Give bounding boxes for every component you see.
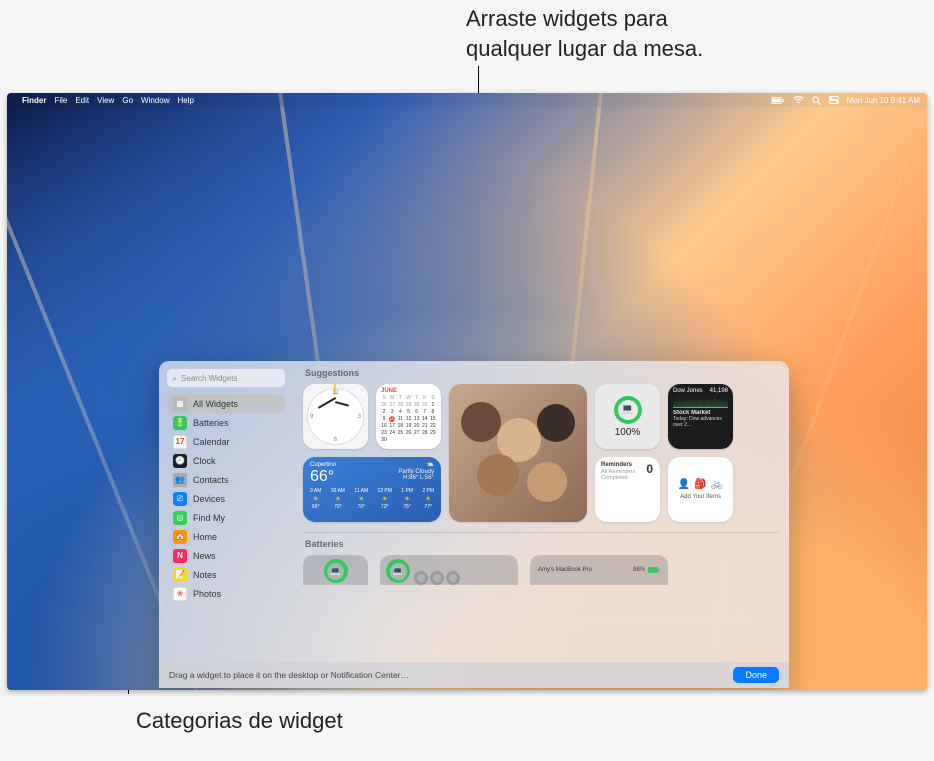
laptop-icon: 💻 [330,566,341,577]
widget-battery-wide[interactable]: Amy's MacBook Pro 98% [530,555,668,585]
widget-findmy[interactable]: 👤🎒🚲 Add Your Items [668,457,733,522]
contacts-icon: 👥 [173,473,187,487]
sidebar-item-label: Photos [193,589,221,599]
sidebar-item-label: Clock [193,456,216,466]
grid-icon: ▦ [173,397,187,411]
callout-categories: Categorias de widget [136,706,343,736]
sidebar-item-devices[interactable]: ⎚ Devices [167,489,285,508]
weather-hour: 2 PM☀77° [422,488,434,510]
menu-edit[interactable]: Edit [75,96,89,105]
battery-device-name: Amy's MacBook Pro [538,567,592,573]
sidebar-item-label: Find My [193,513,225,523]
sidebar-item-all-widgets[interactable]: ▦ All Widgets [167,394,285,413]
sidebar-item-batteries[interactable]: 🔋 Batteries [167,413,285,432]
findmy-icon: ◎ [173,511,187,525]
battery-status-icon[interactable] [771,97,785,104]
sidebar-item-label: All Widgets [193,399,238,409]
sidebar-item-find-my[interactable]: ◎ Find My [167,508,285,527]
cloud-sun-icon: ⛅ [398,462,434,469]
sidebar-item-news[interactable]: N News [167,546,285,565]
sidebar-item-calendar[interactable]: 17 Calendar [167,432,285,451]
sidebar-item-label: Calendar [193,437,230,447]
menubar-datetime[interactable]: Mon Jun 10 9:41 AM [847,96,920,105]
laptop-icon: 💻 [621,404,633,415]
section-batteries: Batteries [305,539,779,549]
callout-drag-widgets: Arraste widgets para qualquer lugar da m… [466,4,703,63]
widget-reminders[interactable]: Reminders 0 All Reminders Completed [595,457,660,522]
mac-desktop: Finder File Edit View Go Window Help Mon… [7,93,927,690]
sidebar-item-contacts[interactable]: 👥 Contacts [167,470,285,489]
clock-face: 12 6 3 9 [307,388,364,445]
widget-stocks[interactable]: Dow Jones41,198 Stock Market Today: Dow … [668,384,733,449]
search-placeholder: Search Widgets [181,374,237,383]
laptop-icon: 💻 [392,566,403,577]
menu-window[interactable]: Window [141,96,169,105]
weather-hour: 12 PM☀73° [377,488,391,510]
weather-hour: 11 AM☀70° [354,488,368,510]
sidebar-item-label: Notes [193,570,217,580]
clock-icon: 🕘 [173,454,187,468]
stock-chart [673,396,728,408]
sidebar-item-label: Batteries [193,418,229,428]
widget-photos[interactable] [449,384,587,522]
widget-battery-multi[interactable]: 💻 [380,555,518,585]
findmy-items-icons: 👤🎒🚲 [678,479,723,490]
sidebar-item-label: Devices [193,494,225,504]
weather-cond: Partly Cloudy [398,469,434,476]
stock-story: Today: Dow advances over 2... [673,416,728,428]
widget-weather[interactable]: Cupertino 66° ⛅ Partly Cloudy H:86° L:56… [303,457,441,522]
sidebar-item-notes[interactable]: 📝 Notes [167,565,285,584]
menu-help[interactable]: Help [177,96,193,105]
gallery-footer: Drag a widget to place it on the desktop… [159,662,789,688]
widget-battery-small[interactable]: 💻 [303,555,368,585]
reminders-count: 0 [646,462,653,476]
stock-symbol: Dow Jones [673,388,703,394]
control-center-icon[interactable] [829,96,839,104]
spotlight-icon[interactable] [812,96,821,105]
cal-icon: 17 [173,435,187,449]
stock-price: 41,198 [710,388,728,394]
findmy-label: Add Your Items [680,494,721,500]
widget-content: Suggestions 12 6 3 9 [293,361,789,662]
done-button[interactable]: Done [733,667,779,683]
section-suggestions: Suggestions [305,368,779,378]
battery-ring-icon: 💻 [614,396,642,424]
weather-hour: 10 AM☀70° [331,488,345,510]
widget-calendar[interactable]: JUNE SMTWTFS2627282930311234567891011121… [376,384,441,449]
battery-wide-pct: 98% [633,567,645,573]
sidebar-item-label: News [193,551,216,561]
devices-icon: ⎚ [173,492,187,506]
sidebar-item-clock[interactable]: 🕘 Clock [167,451,285,470]
battery-icon [648,567,660,573]
menu-file[interactable]: File [54,96,67,105]
news-icon: N [173,549,187,563]
widget-gallery: ⌕ Search Widgets ▦ All Widgets 🔋 Batteries 1… [159,361,789,688]
notes-icon: 📝 [173,568,187,582]
widget-clock[interactable]: 12 6 3 9 [303,384,368,449]
sidebar-item-label: Home [193,532,217,542]
search-icon: ⌕ [172,373,177,384]
search-input[interactable]: ⌕ Search Widgets [167,369,285,387]
weather-temp: 66° [310,468,336,486]
sidebar-item-home[interactable]: 🏠 Home [167,527,285,546]
weather-hour: 9 AM☀66° [310,488,321,510]
menu-view[interactable]: View [97,96,114,105]
weather-hour: 1 PM☀75° [401,488,413,510]
sidebar-item-photos[interactable]: ❀ Photos [167,584,285,603]
sidebar-item-label: Contacts [193,475,229,485]
calendar-month: JUNE [381,388,436,394]
battery-icon: 🔋 [173,416,187,430]
widget-battery[interactable]: 💻 100% [595,384,660,449]
photos-icon: ❀ [173,587,187,601]
widget-sidebar: ⌕ Search Widgets ▦ All Widgets 🔋 Batteries 1… [159,361,293,662]
footer-hint: Drag a widget to place it on the desktop… [169,670,409,680]
weather-hilo: H:86° L:56° [398,475,434,482]
menu-go[interactable]: Go [122,96,133,105]
wifi-icon[interactable] [793,96,804,104]
app-menu[interactable]: Finder [22,96,46,105]
section-divider [303,532,779,533]
battery-percent: 100% [615,427,641,438]
home-icon: 🏠 [173,530,187,544]
menubar: Finder File Edit View Go Window Help Mon… [7,93,927,107]
